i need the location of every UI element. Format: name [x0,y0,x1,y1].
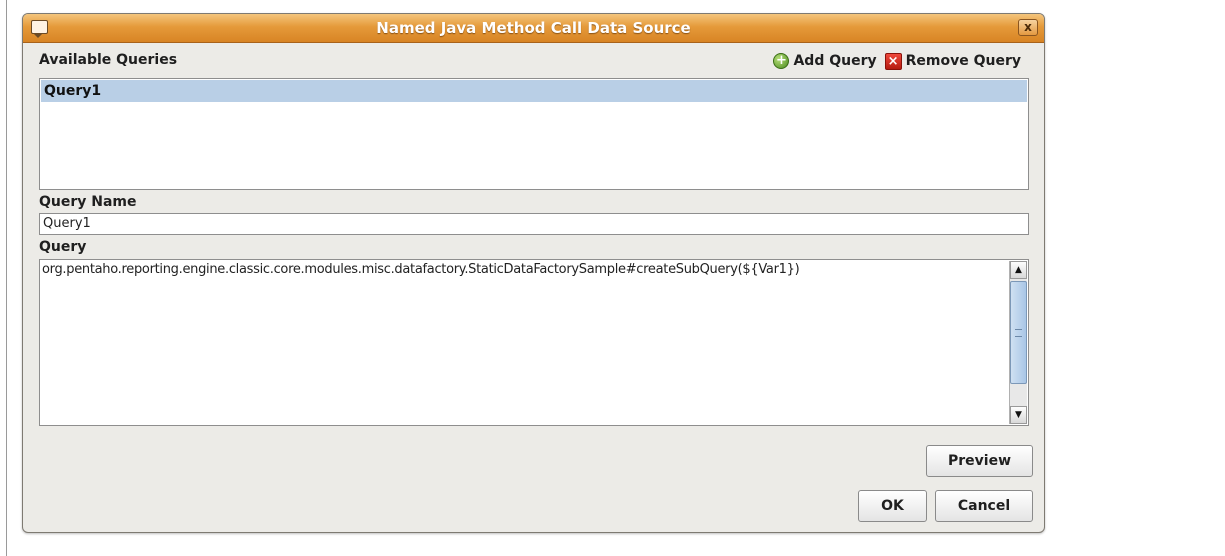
query-name-label: Query Name [39,194,137,210]
remove-x-icon: × [884,52,902,70]
query-label: Query [39,239,87,255]
query-scrollbar[interactable]: ▲ ▼ [1009,261,1027,424]
scroll-down-arrow-icon[interactable]: ▼ [1010,406,1027,424]
preview-button[interactable]: Preview [926,445,1033,477]
scroll-thumb[interactable] [1010,281,1027,384]
ok-button[interactable]: OK [858,490,927,522]
list-item-query1[interactable]: Query1 [41,80,1027,102]
query-name-input[interactable]: Query1 [39,213,1029,235]
available-queries-label: Available Queries [39,52,178,68]
remove-query-label: Remove Query [905,53,1021,69]
add-query-button[interactable]: + Add Query [773,53,877,69]
close-button[interactable]: x [1018,19,1038,36]
query-toolbar: + Add Query × Remove Query [765,51,1021,71]
left-divider [6,0,7,556]
window-title: Named Java Method Call Data Source [376,19,691,37]
remove-query-button[interactable]: × Remove Query [884,52,1021,70]
named-java-method-call-dialog: Named Java Method Call Data Source x Ava… [22,13,1045,533]
title-bar[interactable]: Named Java Method Call Data Source x [23,14,1044,43]
close-icon: x [1024,20,1032,34]
add-query-label: Add Query [793,53,877,69]
query-textarea[interactable]: org.pentaho.reporting.engine.classic.cor… [39,259,1029,426]
add-circle-icon: + [773,53,790,69]
available-queries-list[interactable]: Query1 [39,78,1029,190]
scroll-up-arrow-icon[interactable]: ▲ [1010,261,1027,279]
query-text: org.pentaho.reporting.engine.classic.cor… [42,262,800,277]
cancel-button[interactable]: Cancel [935,490,1033,522]
